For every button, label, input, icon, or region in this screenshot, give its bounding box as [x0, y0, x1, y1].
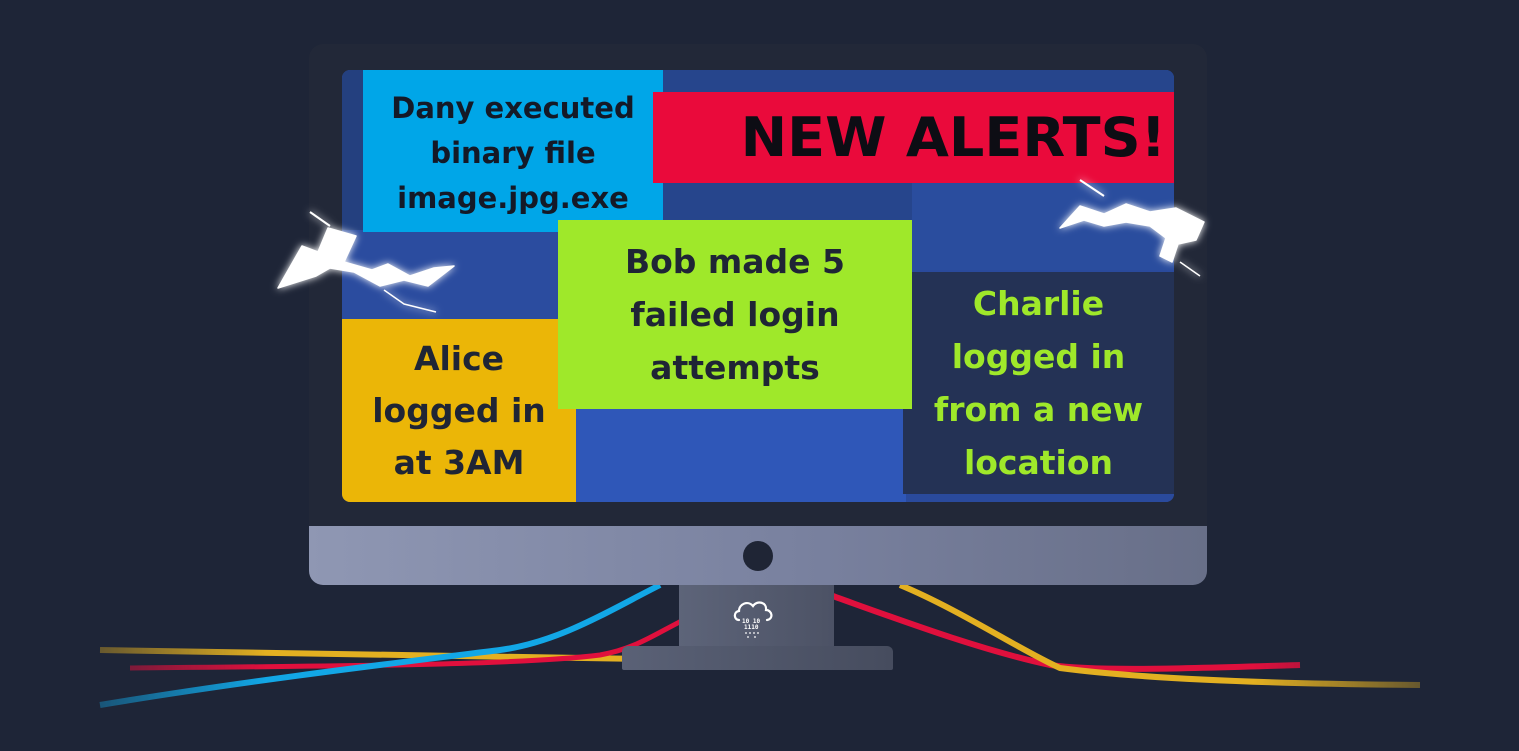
dany-line3: image.jpg.exe: [397, 180, 629, 215]
alice-line1: Alice: [413, 338, 505, 378]
cloud-binary-icon: 10 10 1110: [733, 601, 773, 638]
alert-card-alice: Alice logged in at 3AM: [342, 319, 576, 502]
new-alerts-title: NEW ALERTS!: [740, 106, 1166, 169]
cable-blue-left: [99, 582, 662, 708]
alert-card-bob: Bob made 5 failed login attempts: [558, 220, 912, 409]
new-alerts-banner: NEW ALERTS!: [653, 92, 1174, 183]
alice-line3: at 3AM: [393, 442, 525, 482]
camera-icon: [743, 541, 773, 571]
monitor-stand-base: [622, 646, 893, 670]
illustration-scene: 10 10 1110 Dany executed binary file ima…: [0, 0, 1519, 751]
alert-card-charlie: Charlie logged in from a new location: [903, 272, 1174, 494]
dany-line2: binary file: [430, 135, 596, 170]
alert-card-dany: Dany executed binary file image.jpg.exe: [363, 70, 663, 232]
bob-line3: attempts: [650, 348, 820, 387]
cable-red-right: [828, 592, 1301, 672]
logo-binary-line2: 1110: [744, 624, 759, 631]
alice-line2: logged in: [372, 390, 546, 430]
charlie-line1: Charlie: [972, 284, 1105, 323]
charlie-line3: from a new: [933, 390, 1144, 429]
dany-line1: Dany executed: [391, 90, 635, 125]
charlie-line4: location: [963, 443, 1114, 482]
bob-line2: failed login: [630, 295, 840, 334]
charlie-line2: logged in: [951, 337, 1126, 376]
bob-line1: Bob made 5: [624, 242, 846, 281]
